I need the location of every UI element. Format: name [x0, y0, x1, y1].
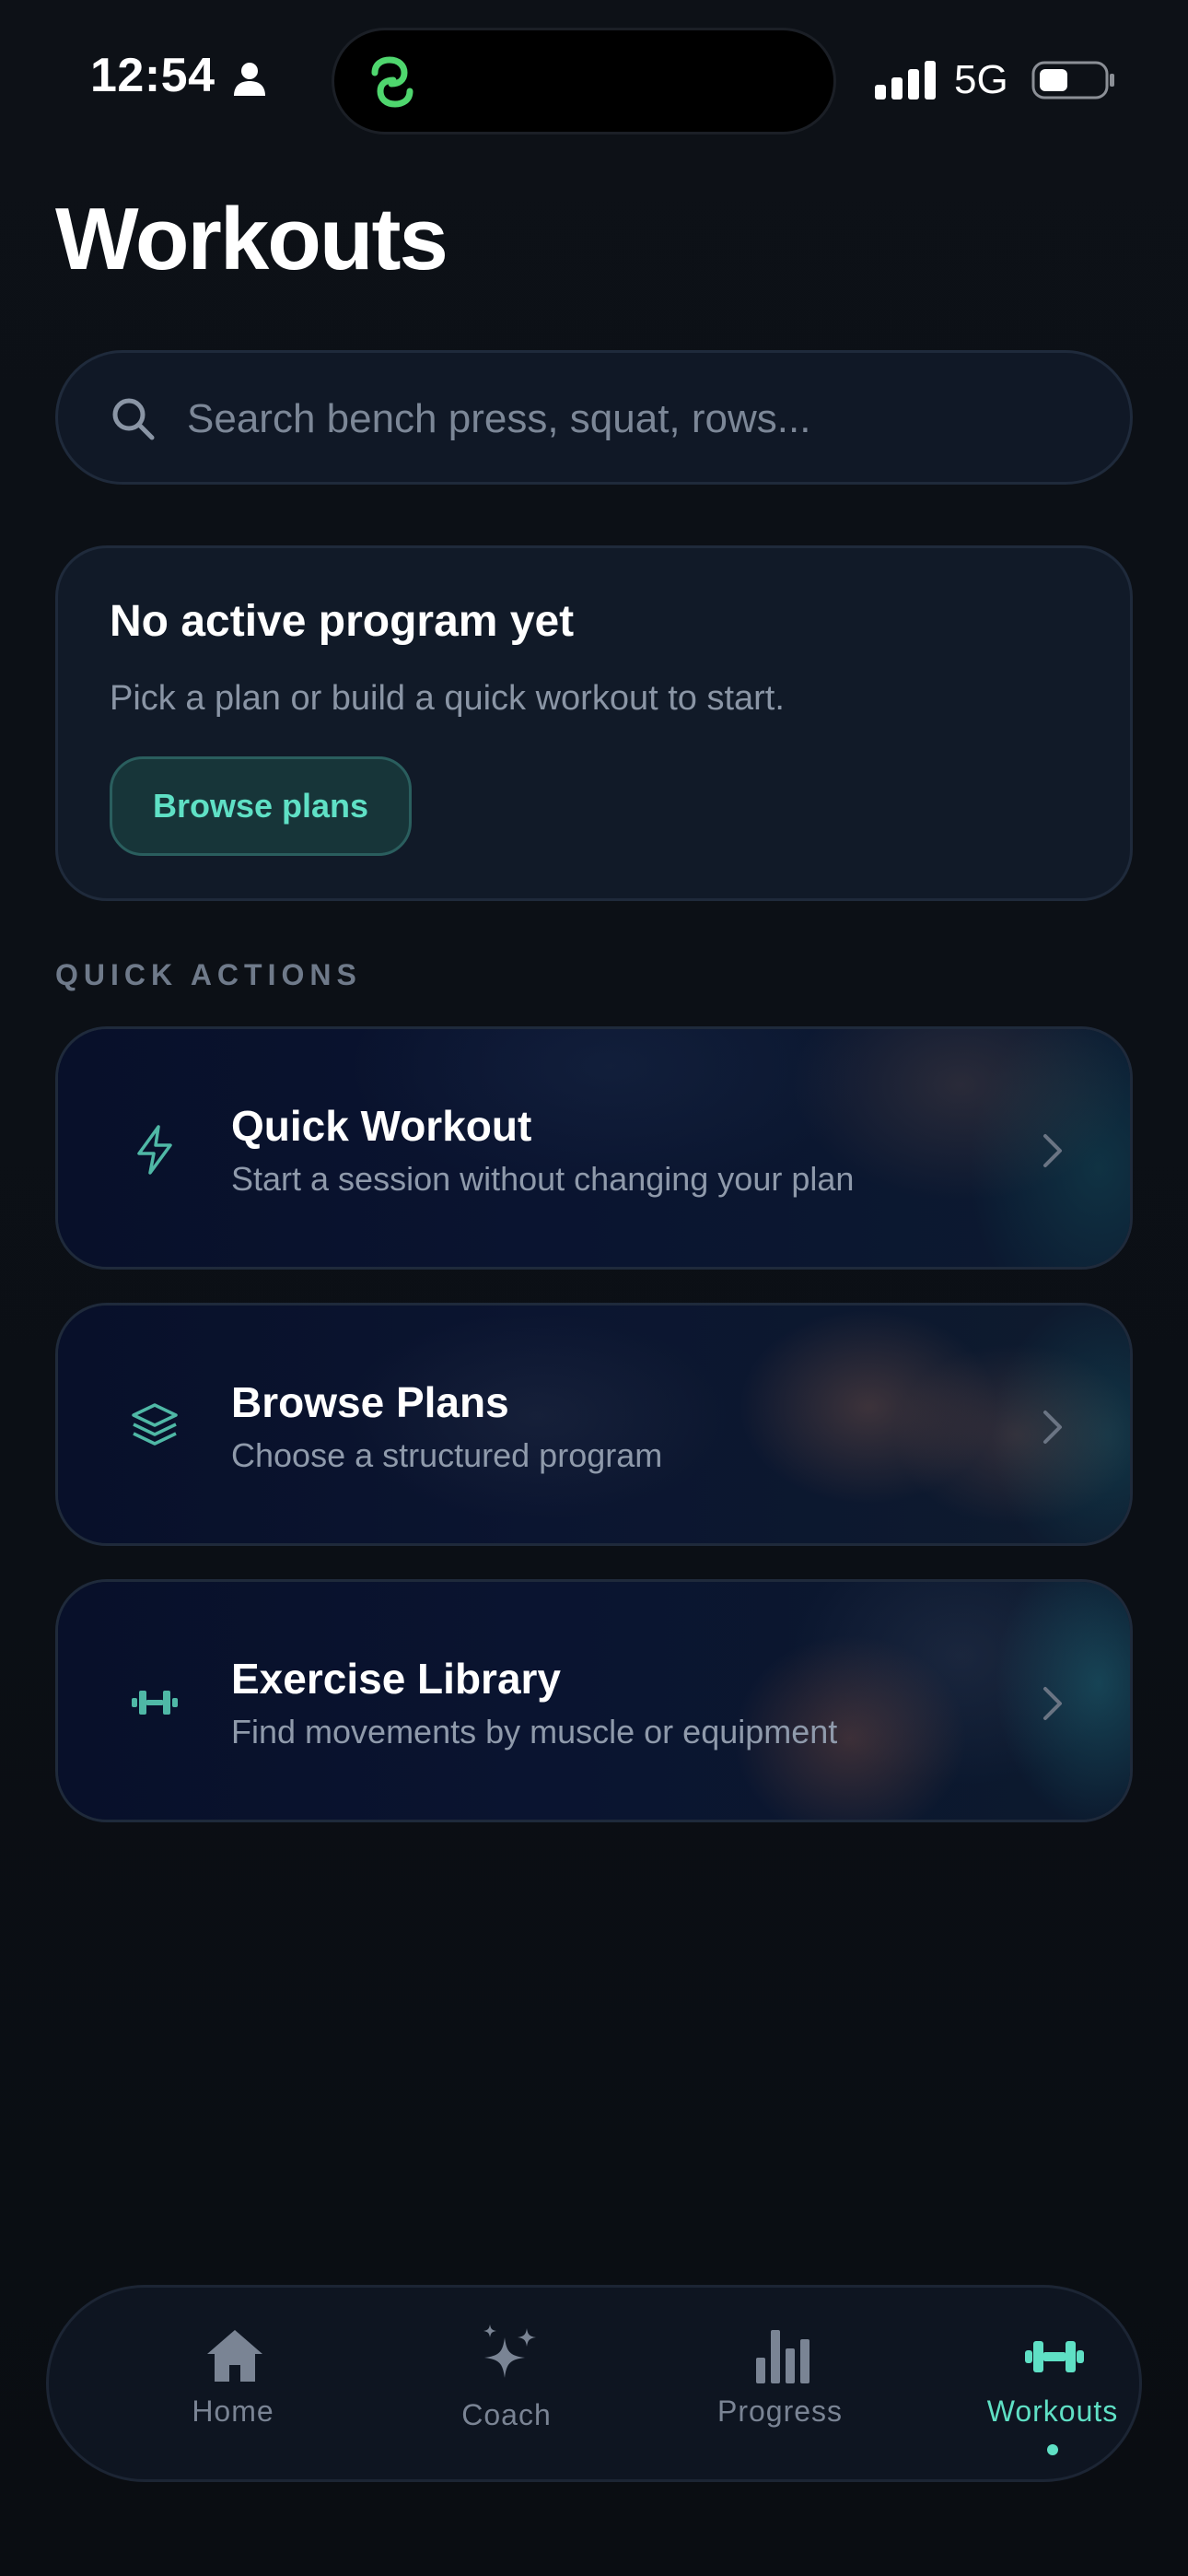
card-title: Exercise Library — [231, 1655, 562, 1703]
search-input[interactable] — [187, 386, 1071, 452]
tab-label: Workouts — [986, 2395, 1119, 2428]
tab-label: Progress — [716, 2395, 844, 2428]
card-description: Choose a structured program — [231, 1436, 663, 1474]
status-time: 12:54 — [90, 49, 215, 102]
card-title: Quick Workout — [231, 1102, 532, 1150]
card-background-image — [58, 1029, 1130, 1267]
battery-icon — [1031, 61, 1114, 100]
program-card-title: No active program yet — [110, 597, 575, 646]
dynamic-island — [332, 28, 836, 135]
search-icon — [112, 398, 155, 440]
quick-actions-label: QUICK ACTIONS — [55, 958, 362, 991]
lightning-icon — [137, 1125, 172, 1175]
workouts-screen: 12:54 5G Workouts Search bench press, sq… — [0, 0, 1188, 2576]
app-link-icon — [371, 56, 413, 108]
status-bar: 12:54 5G — [0, 0, 1188, 157]
tab-label: Home — [192, 2395, 274, 2428]
chevron-right-icon — [1043, 1411, 1062, 1444]
program-card-subtitle: Pick a plan or build a quick workout to … — [110, 679, 785, 718]
card-title: Browse Plans — [231, 1378, 509, 1426]
tab-progress[interactable]: Progress — [660, 2288, 900, 2485]
tab-coach[interactable]: Coach — [387, 2288, 626, 2485]
chevron-right-icon — [1043, 1134, 1062, 1167]
bar-chart-icon — [756, 2330, 809, 2383]
page-title: Workouts — [55, 190, 448, 288]
tab-workouts[interactable]: Workouts — [933, 2288, 1172, 2485]
chevron-right-icon — [1043, 1687, 1062, 1720]
exercise-library-card[interactable]: Exercise Library Find movements by muscl… — [55, 1579, 1133, 1822]
card-description: Find movements by muscle or equipment — [231, 1713, 838, 1751]
dumbbell-icon — [1025, 2341, 1084, 2372]
tab-home[interactable]: Home — [113, 2288, 353, 2485]
network-label: 5G — [954, 57, 1008, 102]
browse-plans-button[interactable]: Browse plans — [110, 756, 412, 856]
active-tab-indicator — [1047, 2444, 1058, 2455]
card-background-image — [58, 1582, 1130, 1820]
card-background-image — [58, 1306, 1130, 1543]
program-card: No active program yet Pick a plan or bui… — [55, 545, 1133, 901]
dumbbell-icon — [132, 1691, 178, 1715]
search-bar[interactable] — [55, 350, 1133, 485]
browse-plans-card[interactable]: Browse Plans Choose a structured program — [55, 1303, 1133, 1546]
tab-label: Coach — [461, 2398, 552, 2431]
signal-icon — [875, 61, 936, 100]
home-icon — [207, 2330, 262, 2382]
layers-icon — [132, 1403, 178, 1446]
card-description: Start a session without changing your pl… — [231, 1160, 855, 1198]
tab-bar: Home Coach Progress Workouts — [46, 2285, 1142, 2482]
sparkles-icon — [483, 2324, 536, 2378]
person-icon — [234, 63, 265, 96]
quick-workout-card[interactable]: Quick Workout Start a session without ch… — [55, 1026, 1133, 1270]
